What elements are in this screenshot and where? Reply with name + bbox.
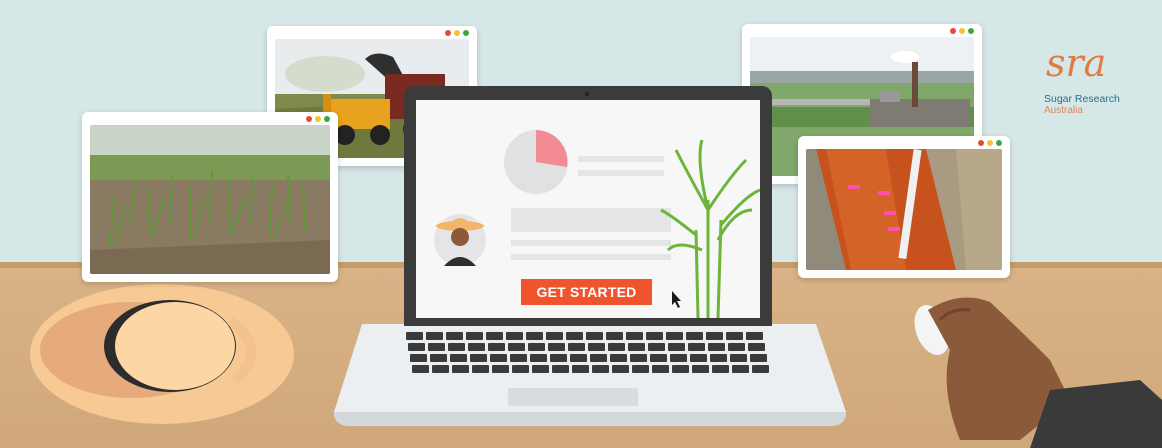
keyboard-key (708, 343, 725, 351)
keyboard-key (688, 343, 705, 351)
keyboard-key (590, 354, 607, 362)
keyboard-key (690, 354, 707, 362)
computer-mouse-icon (916, 308, 917, 309)
keyboard-key (530, 354, 547, 362)
keyboard-key (626, 332, 643, 340)
keyboard-key (526, 332, 543, 340)
keyboard-key (488, 343, 505, 351)
keyboard-key (552, 365, 569, 373)
keyboard-key (430, 354, 447, 362)
laptop-keyboard (406, 332, 769, 373)
farmer-avatar-icon (434, 214, 486, 266)
keyboard-key (750, 354, 767, 362)
keyboard-key (650, 354, 667, 362)
keyboard-key (568, 343, 585, 351)
keyboard-key (630, 354, 647, 362)
keyboard-key (570, 354, 587, 362)
keyboard-key (486, 332, 503, 340)
keyboard-key (672, 365, 689, 373)
keyboard-key (748, 343, 765, 351)
keyboard-key (406, 332, 423, 340)
keyboard-key (648, 343, 665, 351)
keyboard-key (712, 365, 729, 373)
keyboard-key (470, 354, 487, 362)
hand-with-mouse (914, 297, 1162, 448)
svg-text:sra: sra (1046, 41, 1106, 85)
logo-name-line2: Australia (1044, 105, 1083, 116)
keyboard-key (746, 332, 763, 340)
keyboard-key (728, 343, 745, 351)
keyboard-key (752, 365, 769, 373)
keyboard-key (468, 343, 485, 351)
keyboard-key (510, 354, 527, 362)
keyboard-key (730, 354, 747, 362)
sra-logo: sra Sugar Research Australia (1044, 40, 1134, 117)
keyboard-key (668, 343, 685, 351)
keyboard-key (592, 365, 609, 373)
keyboard-key (706, 332, 723, 340)
keyboard-key (548, 343, 565, 351)
keyboard-key (608, 343, 625, 351)
keyboard-key (628, 343, 645, 351)
keyboard-key (450, 354, 467, 362)
keyboard-key (512, 365, 529, 373)
keyboard-key (732, 365, 749, 373)
keyboard-key (528, 343, 545, 351)
keyboard-key (448, 343, 465, 351)
keyboard-key (610, 354, 627, 362)
keyboard-key (452, 365, 469, 373)
scene: GET STARTED sra Sugar Research Australia (0, 0, 1162, 448)
logo-name-line1: Sugar Research (1044, 93, 1120, 105)
keyboard-key (532, 365, 549, 373)
sugarcane-illustration (660, 139, 760, 318)
keyboard-key (586, 332, 603, 340)
keyboard-key (412, 365, 429, 373)
pie-chart-icon (504, 130, 568, 194)
keyboard-key (670, 354, 687, 362)
keyboard-key (492, 365, 509, 373)
keyboard-key (490, 354, 507, 362)
keyboard-key (612, 365, 629, 373)
keyboard-key (506, 332, 523, 340)
keyboard-key (588, 343, 605, 351)
keyboard-key (652, 365, 669, 373)
keyboard-key (428, 343, 445, 351)
keyboard-key (606, 332, 623, 340)
keyboard-key (546, 332, 563, 340)
keyboard-key (666, 332, 683, 340)
keyboard-key (466, 332, 483, 340)
keyboard-key (410, 354, 427, 362)
keyboard-key (572, 365, 589, 373)
keyboard-key (550, 354, 567, 362)
keyboard-key (566, 332, 583, 340)
keyboard-key (686, 332, 703, 340)
keyboard-key (508, 343, 525, 351)
keyboard-key (726, 332, 743, 340)
keyboard-key (446, 332, 463, 340)
keyboard-key (432, 365, 449, 373)
keyboard-key (646, 332, 663, 340)
sra-logo-mark: sra (1046, 41, 1106, 85)
cursor-arrow-icon (672, 291, 681, 308)
get-started-button[interactable]: GET STARTED (521, 279, 652, 305)
webcam (585, 92, 589, 96)
keyboard-key (692, 365, 709, 373)
keyboard-key (710, 354, 727, 362)
keyboard-key (632, 365, 649, 373)
keyboard-key (426, 332, 443, 340)
keyboard-key (408, 343, 425, 351)
keyboard-key (472, 365, 489, 373)
